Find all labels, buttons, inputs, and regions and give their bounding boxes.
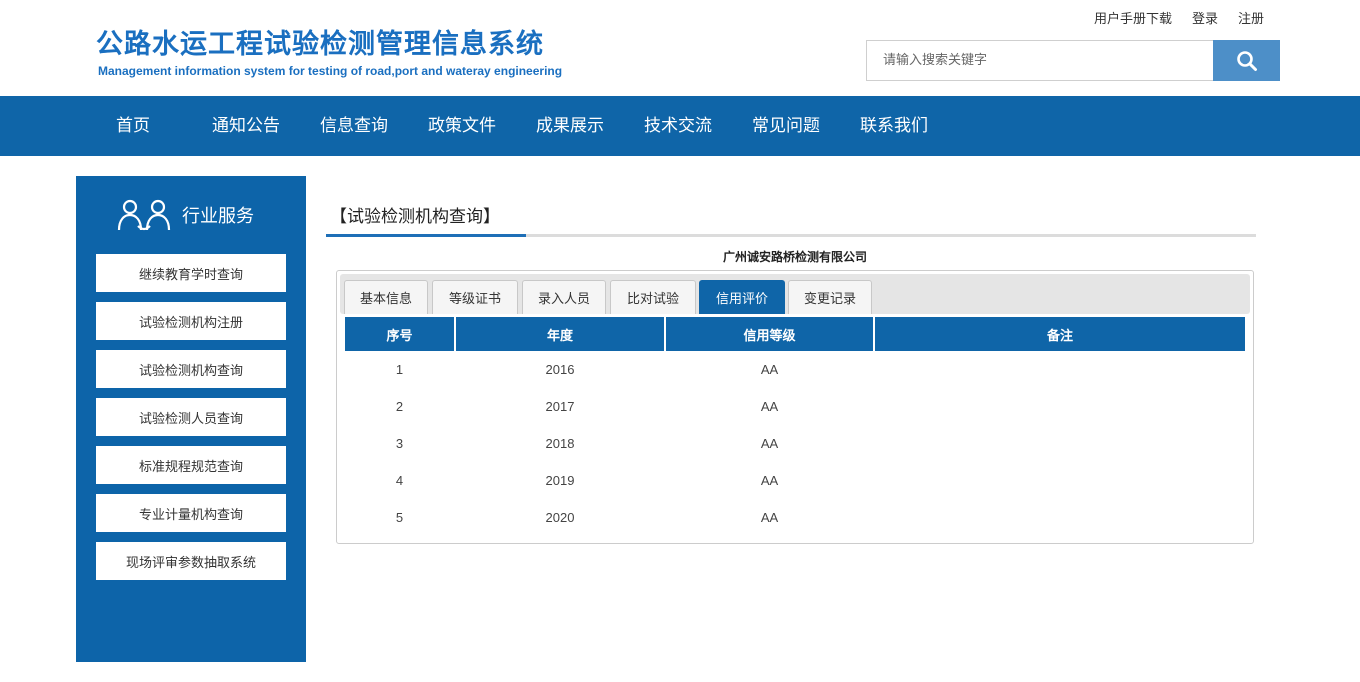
register-link[interactable]: 注册 xyxy=(1238,8,1264,27)
table-header: 序号 年度 信用等级 备注 xyxy=(345,317,1245,351)
site-title: 公路水运工程试验检测管理信息系统 xyxy=(96,29,544,60)
nav-achievements[interactable]: 成果展示 xyxy=(536,96,604,156)
cell-index: 5 xyxy=(395,510,404,525)
cell-year: 2018 xyxy=(545,436,575,451)
nav-notices[interactable]: 通知公告 xyxy=(212,96,280,156)
sidebar-title: 行业服务 xyxy=(182,206,254,227)
cell-index: 2 xyxy=(395,399,404,414)
tab-grade-certificate[interactable]: 等级证书 xyxy=(432,280,518,314)
cell-remarks xyxy=(875,499,1245,536)
tab-bar: 基本信息 等级证书 录入人员 比对试验 信用评价 变更记录 xyxy=(340,274,1250,314)
tab-entered-staff[interactable]: 录入人员 xyxy=(522,280,606,314)
detail-panel: 基本信息 等级证书 录入人员 比对试验 信用评价 变更记录 序号 年度 信用等级… xyxy=(336,270,1254,544)
table-row: 2 2017 AA xyxy=(345,388,1245,425)
manual-download-link[interactable]: 用户手册下载 xyxy=(1094,8,1172,27)
search-input[interactable] xyxy=(866,40,1214,81)
col-header-credit-level: 信用等级 xyxy=(666,317,873,351)
col-header-index: 序号 xyxy=(345,317,454,351)
table-row: 4 2019 AA xyxy=(345,462,1245,499)
site-subtitle: Management information system for testin… xyxy=(98,64,563,78)
cell-index: 4 xyxy=(395,473,404,488)
nav-faq[interactable]: 常见问题 xyxy=(752,96,820,156)
login-link[interactable]: 登录 xyxy=(1192,8,1218,27)
nav-policy-docs[interactable]: 政策文件 xyxy=(428,96,496,156)
sidebar: 行业服务 继续教育学时查询 试验检测机构注册 试验检测机构查询 试验检测人员查询… xyxy=(76,176,306,662)
table-row: 1 2016 AA xyxy=(345,351,1245,388)
cell-index: 1 xyxy=(395,362,404,377)
top-links: 用户手册下载 登录 注册 xyxy=(1094,8,1264,27)
sidebar-item-org-query[interactable]: 试验检测机构查询 xyxy=(96,350,286,388)
tab-basic-info[interactable]: 基本信息 xyxy=(344,280,428,314)
tab-comparison-test[interactable]: 比对试验 xyxy=(610,280,696,314)
col-header-remarks: 备注 xyxy=(875,317,1245,351)
cell-index: 3 xyxy=(395,436,404,451)
nav-contact[interactable]: 联系我们 xyxy=(860,96,928,156)
search-icon xyxy=(1236,50,1257,71)
cell-remarks xyxy=(875,425,1245,462)
sidebar-item-metrology-query[interactable]: 专业计量机构查询 xyxy=(96,494,286,532)
sidebar-item-standards-query[interactable]: 标准规程规范查询 xyxy=(96,446,286,484)
sidebar-header: 行业服务 xyxy=(116,198,254,232)
cell-credit-level: AA xyxy=(760,436,779,451)
table-row: 3 2018 AA xyxy=(345,425,1245,462)
nav-home[interactable]: 首页 xyxy=(116,96,150,156)
company-name: 广州诚安路桥检测有限公司 xyxy=(722,250,867,264)
sidebar-item-education-hours[interactable]: 继续教育学时查询 xyxy=(96,254,286,292)
cell-year: 2019 xyxy=(545,473,575,488)
people-icon xyxy=(117,199,171,231)
title-underline xyxy=(326,234,526,237)
cell-year: 2020 xyxy=(545,510,575,525)
cell-credit-level: AA xyxy=(760,510,779,525)
tab-credit-rating[interactable]: 信用评价 xyxy=(699,280,785,314)
cell-remarks xyxy=(875,462,1245,499)
cell-remarks xyxy=(875,388,1245,425)
credit-table: 序号 年度 信用等级 备注 1 2016 AA 2 2017 AA 3 2018… xyxy=(345,317,1245,536)
search-button[interactable] xyxy=(1213,40,1280,81)
cell-year: 2017 xyxy=(545,399,575,414)
nav-info-query[interactable]: 信息查询 xyxy=(320,96,388,156)
cell-credit-level: AA xyxy=(760,473,779,488)
sidebar-item-org-register[interactable]: 试验检测机构注册 xyxy=(96,302,286,340)
sidebar-item-staff-query[interactable]: 试验检测人员查询 xyxy=(96,398,286,436)
cell-credit-level: AA xyxy=(760,399,779,414)
sidebar-item-param-extraction[interactable]: 现场评审参数抽取系统 xyxy=(96,542,286,580)
page-title: 【试验检测机构查询】 xyxy=(330,207,500,227)
table-row: 5 2020 AA xyxy=(345,499,1245,536)
cell-year: 2016 xyxy=(545,362,575,377)
cell-remarks xyxy=(875,351,1245,388)
nav-tech-exchange[interactable]: 技术交流 xyxy=(644,96,712,156)
col-header-year: 年度 xyxy=(456,317,664,351)
main-nav: 首页 通知公告 信息查询 政策文件 成果展示 技术交流 常见问题 联系我们 xyxy=(0,96,1360,156)
cell-credit-level: AA xyxy=(760,362,779,377)
tab-change-records[interactable]: 变更记录 xyxy=(788,280,872,314)
